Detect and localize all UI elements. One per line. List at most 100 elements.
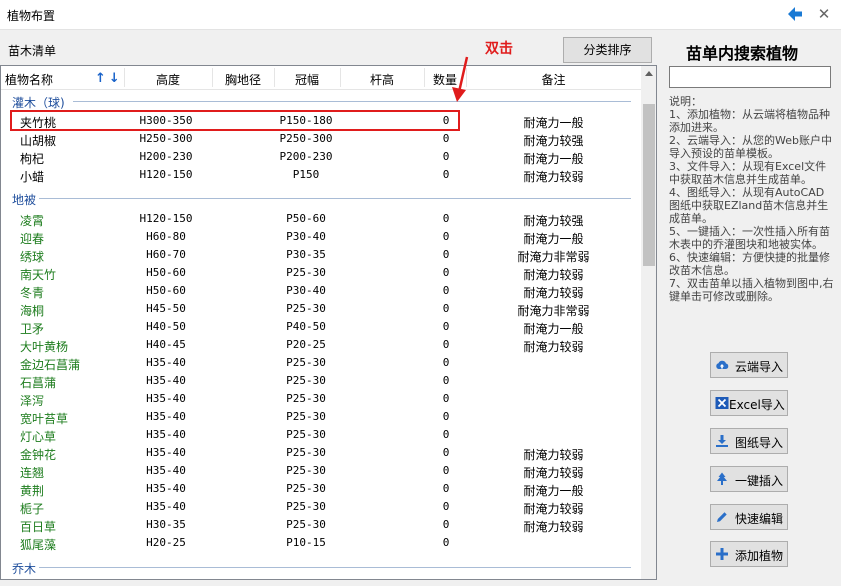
selection-highlight-box xyxy=(10,110,460,131)
row-quantity: 0 xyxy=(442,500,450,513)
row-height: H30-35 xyxy=(146,518,186,531)
row-height: H35-40 xyxy=(146,356,186,369)
column-header-dbh[interactable]: 胸地径 xyxy=(212,71,274,88)
table-row[interactable]: 灯心草 H35-40 P25-30 0 xyxy=(1,426,641,444)
table-row[interactable]: 狐尾藻 H20-25 P10-15 0 xyxy=(1,534,641,552)
row-crown: P200-230 xyxy=(279,150,333,163)
row-note: 耐淹力较弱 xyxy=(523,340,584,354)
table-row[interactable]: 黄荆 H35-40 P25-30 0 耐淹力一般 xyxy=(1,480,641,498)
table-row[interactable]: 绣球 H60-70 P30-35 0 耐淹力非常弱 xyxy=(1,246,641,264)
quick-edit-button[interactable]: 快速编辑 xyxy=(710,504,788,530)
table-row[interactable]: 栀子 H35-40 P25-30 0 耐淹力较弱 xyxy=(1,498,641,516)
vertical-scrollbar[interactable] xyxy=(641,66,656,579)
column-header-crown[interactable]: 冠幅 xyxy=(274,71,340,88)
one-click-insert-button[interactable]: 一键插入 xyxy=(710,466,788,492)
table-row[interactable]: 小蜡 H120-150 P150 0 耐淹力较弱 xyxy=(1,166,641,184)
excel-icon xyxy=(715,397,729,409)
pencil-icon xyxy=(717,512,727,522)
title-bar: 植物布置 ✕ xyxy=(0,0,841,30)
row-note: 耐淹力一般 xyxy=(523,322,584,336)
row-height: H35-40 xyxy=(146,374,186,387)
row-height: H250-300 xyxy=(139,132,193,145)
table-row[interactable]: 海桐 H45-50 P25-30 0 耐淹力非常弱 xyxy=(1,300,641,318)
column-header-height[interactable]: 高度 xyxy=(124,71,212,88)
back-arrow-icon[interactable] xyxy=(786,5,804,23)
row-note: 耐淹力较弱 xyxy=(523,170,584,184)
help-text: 说明： 1、添加植物：从云端将植物品种添加进来。 2、云端导入：从您的Web账户… xyxy=(669,95,834,303)
tree-icon xyxy=(717,472,727,485)
row-crown: P25-30 xyxy=(286,464,326,477)
row-crown: P30-40 xyxy=(286,284,326,297)
row-quantity: 0 xyxy=(442,446,450,459)
table-row[interactable]: 金边石菖蒲 H35-40 P25-30 0 xyxy=(1,354,641,372)
row-note: 耐淹力非常弱 xyxy=(517,250,590,264)
table-row[interactable]: 卫矛 H40-50 P40-50 0 耐淹力一般 xyxy=(1,318,641,336)
row-height: H50-60 xyxy=(146,266,186,279)
row-height: H200-230 xyxy=(139,150,193,163)
row-quantity: 0 xyxy=(442,356,450,369)
table-row[interactable]: 石菖蒲 H35-40 P25-30 0 xyxy=(1,372,641,390)
group-divider xyxy=(73,101,631,102)
table-row[interactable]: 泽泻 H35-40 P25-30 0 xyxy=(1,390,641,408)
row-crown: P30-35 xyxy=(286,248,326,261)
row-height: H35-40 xyxy=(146,428,186,441)
row-name: 泽泻 xyxy=(20,394,45,408)
row-crown: P40-50 xyxy=(286,320,326,333)
row-quantity: 0 xyxy=(442,338,450,351)
row-note: 耐淹力一般 xyxy=(523,484,584,498)
row-crown: P25-30 xyxy=(286,410,326,423)
row-note: 耐淹力较弱 xyxy=(523,520,584,534)
row-name: 南天竹 xyxy=(20,268,57,282)
row-height: H35-40 xyxy=(146,482,186,495)
row-crown: P25-30 xyxy=(286,428,326,441)
column-header-stem-height[interactable]: 杆高 xyxy=(340,71,424,88)
column-header-name[interactable]: 植物名称 xyxy=(5,71,53,88)
table-row[interactable]: 枸杞 H200-230 P200-230 0 耐淹力一般 xyxy=(1,148,641,166)
row-name: 栀子 xyxy=(20,502,45,516)
scrollbar-thumb[interactable] xyxy=(643,104,655,266)
table-row[interactable]: 迎春 H60-80 P30-40 0 耐淹力一般 xyxy=(1,228,641,246)
row-quantity: 0 xyxy=(442,248,450,261)
row-note: 耐淹力较弱 xyxy=(523,286,584,300)
table-row[interactable]: 大叶黄杨 H40-45 P20-25 0 耐淹力较弱 xyxy=(1,336,641,354)
row-quantity: 0 xyxy=(442,464,450,477)
table-row[interactable]: 山胡椒 H250-300 P250-300 0 耐淹力较强 xyxy=(1,130,641,148)
table-row[interactable]: 南天竹 H50-60 P25-30 0 耐淹力较弱 xyxy=(1,264,641,282)
window-title: 植物布置 xyxy=(7,9,56,23)
scroll-up-icon[interactable] xyxy=(645,71,653,76)
row-name: 小蜡 xyxy=(20,170,45,184)
cloud-import-button[interactable]: 云端导入 xyxy=(710,352,788,378)
table-row[interactable]: 冬青 H50-60 P30-40 0 耐淹力较弱 xyxy=(1,282,641,300)
help-line: 1、添加植物：从云端将植物品种添加进来。 xyxy=(669,108,830,134)
column-header-notes[interactable]: 备注 xyxy=(466,71,641,88)
close-icon[interactable]: ✕ xyxy=(816,5,832,23)
plant-search-input[interactable] xyxy=(669,66,831,88)
sort-arrows-icon[interactable]: ↑↓ xyxy=(95,71,123,86)
table-row[interactable]: 凌霄 H120-150 P50-60 0 耐淹力较强 xyxy=(1,210,641,228)
list-header: 植物名称 ↑↓ 高度 胸地径 冠幅 杆高 数量 备注 xyxy=(1,66,641,90)
download-icon xyxy=(716,435,728,447)
cloud-upload-icon xyxy=(716,360,729,369)
row-quantity: 0 xyxy=(442,132,450,145)
row-note: 耐淹力一般 xyxy=(523,152,584,166)
drawing-import-button[interactable]: 图纸导入 xyxy=(710,428,788,454)
excel-import-button[interactable]: Excel导入 xyxy=(710,390,788,416)
row-quantity: 0 xyxy=(442,410,450,423)
help-line: 4、图纸导入：从现有AutoCAD图纸中获取EZland苗木信息并生成苗单。 xyxy=(669,186,829,225)
row-name: 金边石菖蒲 xyxy=(20,358,81,372)
sort-button[interactable]: 分类排序 xyxy=(563,37,652,63)
row-quantity: 0 xyxy=(442,428,450,441)
row-quantity: 0 xyxy=(442,230,450,243)
search-panel-title: 苗单内搜索植物 xyxy=(686,44,799,63)
table-row[interactable]: 金钟花 H35-40 P25-30 0 耐淹力较弱 xyxy=(1,444,641,462)
annotation-arrow-icon xyxy=(452,56,469,102)
row-crown: P25-30 xyxy=(286,518,326,531)
row-height: H35-40 xyxy=(146,464,186,477)
table-row[interactable]: 宽叶苔草 H35-40 P25-30 0 xyxy=(1,408,641,426)
group-label-shrubs: 灌木（球) xyxy=(12,96,65,110)
add-plant-button[interactable]: 添加植物 xyxy=(710,541,788,567)
plant-list[interactable]: 植物名称 ↑↓ 高度 胸地径 冠幅 杆高 数量 备注 灌木（球) 夹竹桃 H30… xyxy=(0,65,657,580)
table-row[interactable]: 百日草 H30-35 P25-30 0 耐淹力较弱 xyxy=(1,516,641,534)
row-crown: P25-30 xyxy=(286,500,326,513)
table-row[interactable]: 连翘 H35-40 P25-30 0 耐淹力较弱 xyxy=(1,462,641,480)
